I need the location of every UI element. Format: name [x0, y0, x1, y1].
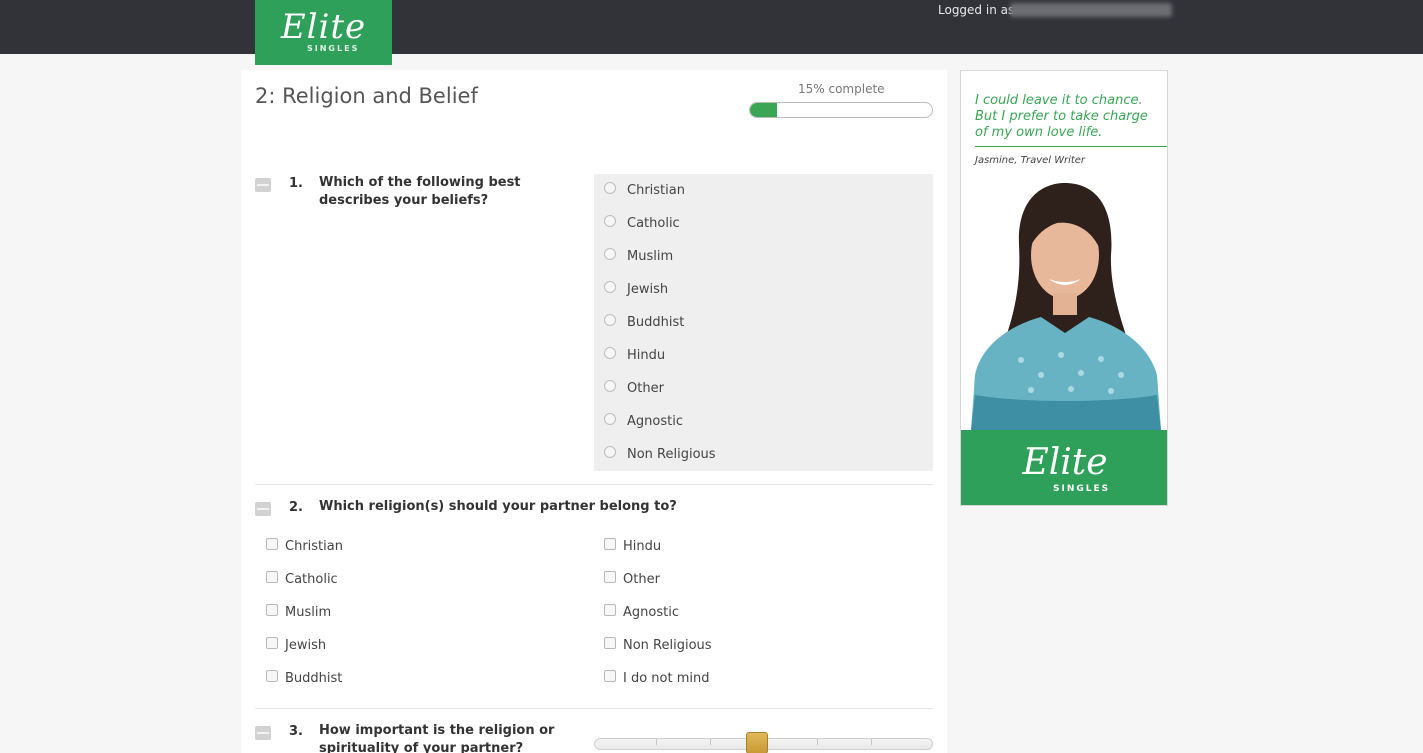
ad-portrait-image	[961, 175, 1167, 430]
divider	[255, 708, 933, 709]
divider	[255, 484, 933, 485]
q2-option-label: Agnostic	[623, 604, 679, 620]
checkbox[interactable]	[604, 670, 616, 682]
logged-in-label: Logged in as	[938, 3, 1015, 17]
q1-option-label: Buddhist	[627, 314, 685, 330]
logo-subtitle: SINGLES	[307, 44, 360, 53]
radio-button[interactable]	[604, 446, 616, 458]
checkbox[interactable]	[604, 604, 616, 616]
ad-brand-banner: Elite SINGLES	[961, 430, 1167, 505]
user-email-blurred	[1010, 3, 1172, 17]
question-1-collapse-toggle[interactable]	[255, 178, 271, 192]
q2-option[interactable]: Catholic	[266, 570, 338, 588]
q1-option-label: Catholic	[627, 215, 680, 231]
progress-fill	[750, 103, 778, 117]
q1-option-label: Non Religious	[627, 446, 716, 462]
checkbox[interactable]	[266, 604, 278, 616]
checkbox[interactable]	[266, 670, 278, 682]
q2-option-label: I do not mind	[623, 670, 710, 686]
q2-option[interactable]: Agnostic	[604, 603, 679, 621]
question-3-text: How important is the religion or spiritu…	[319, 723, 555, 753]
checkbox[interactable]	[604, 571, 616, 583]
radio-button[interactable]	[604, 248, 616, 260]
radio-button[interactable]	[604, 182, 616, 194]
q1-option-label: Agnostic	[627, 413, 683, 429]
q1-option[interactable]: Muslim	[604, 247, 673, 265]
logo-wordmark: Elite	[280, 7, 367, 47]
radio-button[interactable]	[604, 347, 616, 359]
q2-option[interactable]: Jewish	[266, 636, 326, 654]
q2-option[interactable]: I do not mind	[604, 669, 710, 687]
checkbox[interactable]	[266, 538, 278, 550]
elite-singles-ad[interactable]: I could leave it to chance. But I prefer…	[960, 70, 1168, 506]
q2-option-label: Catholic	[285, 571, 338, 587]
ad-divider	[975, 146, 1167, 147]
q2-option-label: Non Religious	[623, 637, 712, 653]
question-2-text: Which religion(s) should your partner be…	[319, 499, 677, 514]
q1-option[interactable]: Christian	[604, 181, 685, 199]
radio-button[interactable]	[604, 413, 616, 425]
q2-option[interactable]: Muslim	[266, 603, 331, 621]
checkbox[interactable]	[266, 571, 278, 583]
q2-option[interactable]: Buddhist	[266, 669, 342, 687]
progress-label: 15% complete	[798, 82, 885, 96]
q1-option[interactable]: Jewish	[604, 280, 668, 298]
progress-bar	[749, 102, 933, 118]
ad-brand-subtitle: SINGLES	[1053, 484, 1111, 494]
question-3-number: 3.	[289, 724, 303, 739]
slider-tick	[710, 739, 711, 745]
q2-option-label: Other	[623, 571, 660, 587]
q1-option[interactable]: Agnostic	[604, 412, 683, 430]
page-title: 2: Religion and Belief	[255, 84, 478, 108]
slider-tick	[817, 739, 818, 745]
q1-option[interactable]: Catholic	[604, 214, 680, 232]
ad-attribution: Jasmine, Travel Writer	[975, 155, 1086, 166]
question-2-collapse-toggle[interactable]	[255, 502, 271, 516]
q1-option-label: Muslim	[627, 248, 674, 264]
question-3-collapse-toggle[interactable]	[255, 726, 271, 740]
radio-button[interactable]	[604, 380, 616, 392]
ad-quote: I could leave it to chance. But I prefer…	[975, 93, 1148, 140]
question-2-number: 2.	[289, 500, 303, 515]
q2-option-label: Christian	[285, 538, 343, 554]
q2-option-label: Jewish	[285, 637, 327, 653]
q1-option-label: Christian	[627, 182, 685, 198]
q2-option-label: Hindu	[623, 538, 662, 554]
checkbox[interactable]	[604, 538, 616, 550]
importance-slider-thumb[interactable]	[745, 732, 768, 753]
q1-option[interactable]: Buddhist	[604, 313, 684, 331]
checkbox[interactable]	[266, 637, 278, 649]
question-1-number: 1.	[289, 176, 303, 191]
elite-singles-logo[interactable]: Elite SINGLES	[255, 0, 392, 65]
radio-button[interactable]	[604, 281, 616, 293]
question-1-text: Which of the following best describes yo…	[319, 175, 521, 208]
portrait-illustration	[971, 183, 1161, 430]
q1-option-label: Jewish	[627, 281, 669, 297]
q2-option[interactable]: Hindu	[604, 537, 661, 555]
q2-option-label: Muslim	[285, 604, 332, 620]
ad-brand-wordmark: Elite	[1022, 442, 1108, 483]
q1-option[interactable]: Non Religious	[604, 445, 716, 463]
q1-option[interactable]: Hindu	[604, 346, 665, 364]
radio-button[interactable]	[604, 215, 616, 227]
top-bar: Logged in as	[0, 0, 1423, 54]
checkbox[interactable]	[604, 637, 616, 649]
slider-tick	[871, 739, 872, 745]
slider-tick	[656, 739, 657, 745]
q2-option[interactable]: Non Religious	[604, 636, 712, 654]
q1-option-label: Other	[627, 380, 664, 396]
q2-option-label: Buddhist	[285, 670, 343, 686]
q2-option[interactable]: Other	[604, 570, 660, 588]
q2-option[interactable]: Christian	[266, 537, 343, 555]
q1-option-label: Hindu	[627, 347, 666, 363]
q1-option[interactable]: Other	[604, 379, 664, 397]
radio-button[interactable]	[604, 314, 616, 326]
